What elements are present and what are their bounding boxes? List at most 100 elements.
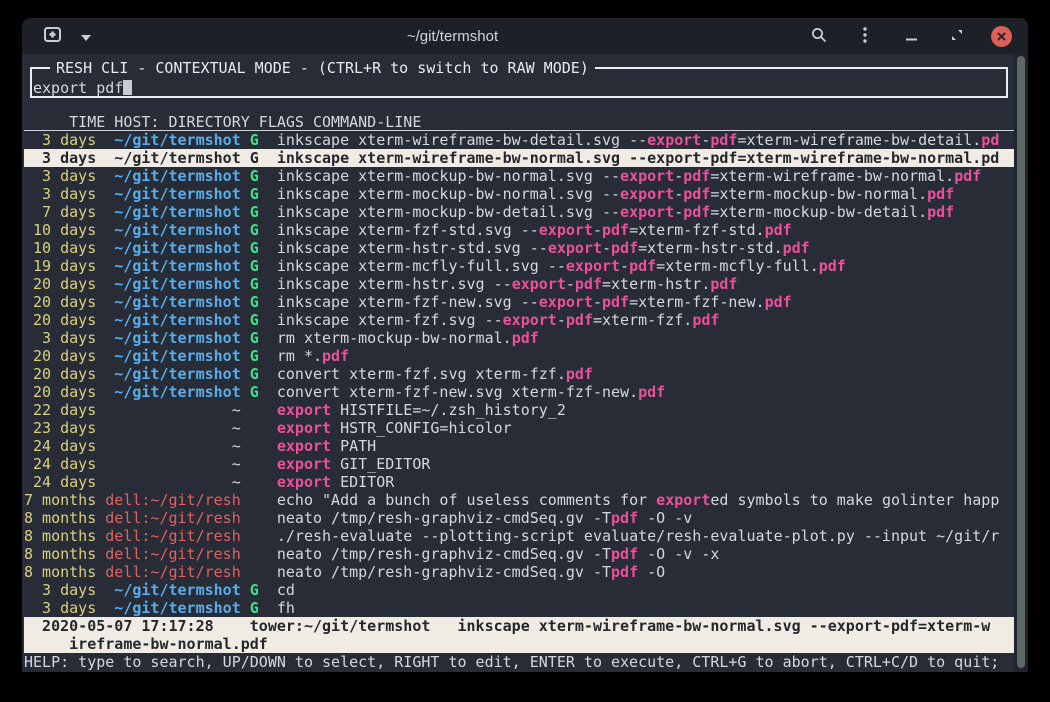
row-command-text: HSTR_CONFIG=hicolor <box>331 419 512 437</box>
row-time: 7 months <box>24 491 105 509</box>
row-command-match: export <box>277 455 331 473</box>
scrollbar[interactable] <box>1014 54 1028 672</box>
table-row[interactable]: 20 days ~/git/termshot G convert xterm-f… <box>24 383 1014 401</box>
row-flags: G <box>241 365 277 383</box>
table-row[interactable]: 20 days ~/git/termshot G inkscape xterm-… <box>24 293 1014 311</box>
table-row[interactable]: 20 days ~/git/termshot G convert xterm-f… <box>24 365 1014 383</box>
table-row[interactable]: 3 days ~/git/termshot G inkscape xterm-m… <box>24 167 1014 185</box>
row-command-text: ed symbols to make golinter happ <box>710 491 999 509</box>
row-directory: ~/git/termshot <box>105 599 240 617</box>
row-directory: ~/git/termshot <box>105 293 240 311</box>
row-command-text: =xterm-mockup-bw-detail. <box>710 203 927 221</box>
row-time: 8 months <box>24 509 105 527</box>
search-input[interactable]: export pdf <box>33 78 132 96</box>
row-command-text: inkscape xterm-fzf.svg -- <box>277 311 503 329</box>
row-flags <box>241 491 277 509</box>
titlebar: ~/git/termshot <box>22 18 1028 54</box>
table-row[interactable]: 19 days ~/git/termshot G inkscape xterm-… <box>24 257 1014 275</box>
row-command-text: - <box>557 311 566 329</box>
row-time: 3 days <box>24 599 105 617</box>
table-row[interactable]: 3 days ~/git/termshot G inkscape xterm-w… <box>24 131 1014 149</box>
row-command-text: neato /tmp/resh-graphviz-cmdSeq.gv -T <box>277 509 611 527</box>
row-flags <box>241 563 277 581</box>
row-command-match: pdf <box>765 221 792 239</box>
table-row[interactable]: 24 days ~ export EDITOR <box>24 473 1014 491</box>
search-button[interactable] <box>807 24 831 48</box>
row-flags <box>241 401 277 419</box>
table-row[interactable]: 8 months dell:~/git/resh neato /tmp/resh… <box>24 509 1014 527</box>
table-row[interactable]: 7 days ~/git/termshot G inkscape xterm-m… <box>24 203 1014 221</box>
row-command-text: =xterm-fzf-new. <box>629 293 764 311</box>
row-command-text: -O -v <box>638 509 692 527</box>
row-time: 24 days <box>24 437 105 455</box>
row-directory: dell:~/git/resh <box>105 545 240 563</box>
table-row[interactable]: 3 days ~/git/termshot G cd <box>24 581 1014 599</box>
table-row[interactable]: 20 days ~/git/termshot G inkscape xterm-… <box>24 311 1014 329</box>
row-command-match: export <box>548 239 602 257</box>
row-flags <box>241 473 277 491</box>
table-row[interactable]: 20 days ~/git/termshot G inkscape xterm-… <box>24 275 1014 293</box>
menu-button[interactable] <box>853 24 877 48</box>
row-directory: ~/git/termshot <box>105 221 240 239</box>
row-command-match: pdf <box>927 185 954 203</box>
row-command-match: pdf <box>512 329 539 347</box>
row-time: 8 months <box>24 563 105 581</box>
table-row[interactable]: 7 months dell:~/git/resh echo "Add a bun… <box>24 491 1014 509</box>
resh-search-box: RESH CLI - CONTEXTUAL MODE - (CTRL+R to … <box>30 67 1008 98</box>
restore-button[interactable] <box>945 24 969 48</box>
new-tab-button[interactable] <box>40 24 64 48</box>
row-command-text: -O -v -x <box>638 545 719 563</box>
minimize-button[interactable] <box>899 24 923 48</box>
table-row[interactable]: 3 days ~/git/termshot G fh <box>24 599 1014 617</box>
row-flags: G <box>241 311 277 329</box>
row-command-match: pdf <box>322 347 349 365</box>
row-time: 24 days <box>24 473 105 491</box>
row-command-match: export <box>620 185 674 203</box>
table-row[interactable]: 24 days ~ export PATH <box>24 437 1014 455</box>
row-command-match: export <box>512 275 566 293</box>
table-row[interactable]: 8 months dell:~/git/resh neato /tmp/resh… <box>24 563 1014 581</box>
table-row[interactable]: 10 days ~/git/termshot G inkscape xterm-… <box>24 221 1014 239</box>
row-time: 23 days <box>24 419 105 437</box>
row-directory: ~/git/termshot <box>105 131 240 149</box>
row-command-text: GIT_EDITOR <box>331 455 430 473</box>
row-directory: ~ <box>105 455 240 473</box>
tab-list-dropdown-button[interactable] <box>74 24 98 48</box>
row-command-text: - <box>566 275 575 293</box>
search-icon <box>811 27 827 46</box>
table-row[interactable]: 8 months dell:~/git/resh neato /tmp/resh… <box>24 545 1014 563</box>
row-command-text: =xterm-mockup-bw-normal. <box>710 185 927 203</box>
chevron-down-icon <box>81 29 91 44</box>
menu-kebab-icon <box>863 27 867 46</box>
table-row[interactable]: 22 days ~ export HISTFILE=~/.zsh_history… <box>24 401 1014 419</box>
row-command-match: pdf <box>575 275 602 293</box>
row-command-text: - <box>674 203 683 221</box>
close-button[interactable] <box>991 26 1012 47</box>
row-directory: ~ <box>105 419 240 437</box>
row-command-text: rm *. <box>277 347 322 365</box>
table-row[interactable]: 3 days ~/git/termshot G inkscape xterm-w… <box>24 149 1014 167</box>
row-flags <box>241 455 277 473</box>
table-row[interactable]: 8 months dell:~/git/resh ./resh-evaluate… <box>24 527 1014 545</box>
restore-icon <box>951 29 963 44</box>
resh-box-title: RESH CLI - CONTEXTUAL MODE - (CTRL+R to … <box>50 59 595 77</box>
row-directory: dell:~/git/resh <box>105 527 240 545</box>
row-time: 20 days <box>24 311 105 329</box>
row-flags: G <box>241 131 277 149</box>
row-flags: G <box>241 581 277 599</box>
row-command-text: - <box>674 167 683 185</box>
table-row[interactable]: 20 days ~/git/termshot G rm *.pdf <box>24 347 1014 365</box>
row-directory: ~ <box>105 437 240 455</box>
row-command-match: pdf <box>710 275 737 293</box>
row-command-text: inkscape xterm-mcfly-full.svg -- <box>277 257 566 275</box>
table-row[interactable]: 3 days ~/git/termshot G inkscape xterm-m… <box>24 185 1014 203</box>
scrollbar-thumb[interactable] <box>1017 56 1025 668</box>
table-row[interactable]: 3 days ~/git/termshot G rm xterm-mockup-… <box>24 329 1014 347</box>
table-row[interactable]: 23 days ~ export HSTR_CONFIG=hicolor <box>24 419 1014 437</box>
row-command-text: - <box>701 131 710 149</box>
titlebar-left-group <box>40 24 98 48</box>
table-row[interactable]: 24 days ~ export GIT_EDITOR <box>24 455 1014 473</box>
table-row[interactable]: 10 days ~/git/termshot G inkscape xterm-… <box>24 239 1014 257</box>
row-flags: G <box>241 275 277 293</box>
row-command-text: rm xterm-mockup-bw-normal. <box>277 329 512 347</box>
